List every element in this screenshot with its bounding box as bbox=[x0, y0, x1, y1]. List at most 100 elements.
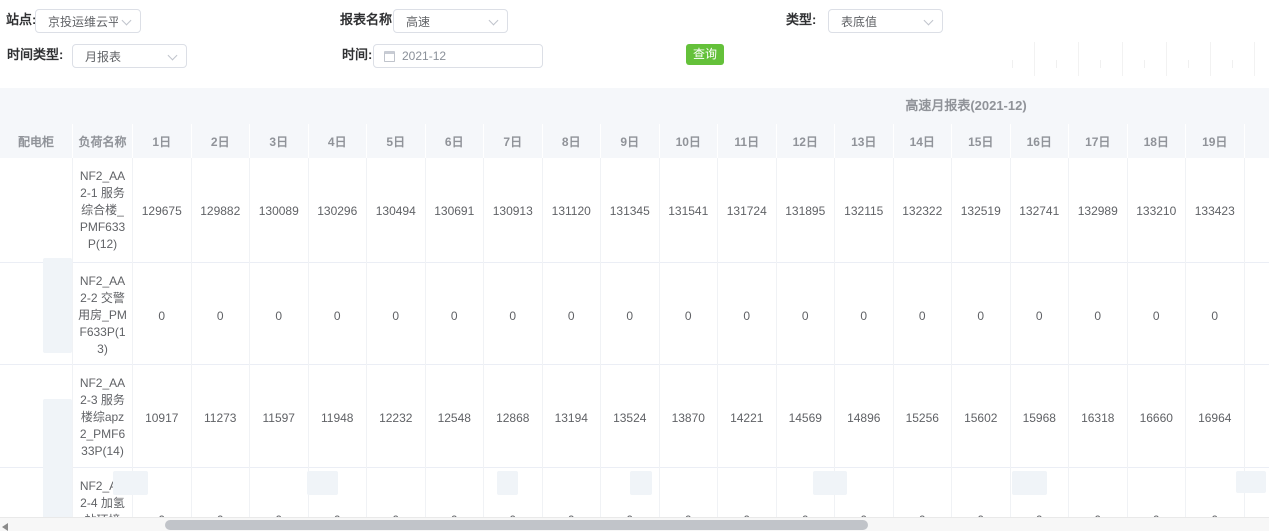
col-header-day: 8日 bbox=[543, 124, 602, 158]
col-header-day: 13日 bbox=[835, 124, 894, 158]
time-input-value: 2021-12 bbox=[402, 49, 446, 63]
value-cell: 0 bbox=[601, 263, 660, 368]
cabinet-cell bbox=[0, 158, 73, 263]
report-page: 站点: 京投运维云平台 报表名称: 高速 类型: 表底值 时间类型: 月报表 时… bbox=[0, 0, 1269, 531]
value-cell: 0 bbox=[426, 263, 485, 368]
value-cell: 133210 bbox=[1128, 158, 1187, 263]
value-cell-clipped bbox=[1245, 158, 1269, 263]
col-header-cabinet: 配电柜 bbox=[0, 124, 73, 158]
col-header-day: 16日 bbox=[1011, 124, 1070, 158]
col-header-day: 10日 bbox=[660, 124, 719, 158]
value-cell: 13194 bbox=[543, 365, 602, 470]
faint-tick bbox=[1254, 42, 1255, 76]
table-body: NF2_AA2-1 服务综合楼_PMF633P(12)1296751298821… bbox=[0, 158, 1269, 531]
report-name-select[interactable]: 高速 bbox=[393, 9, 508, 33]
value-cell: 0 bbox=[484, 263, 543, 368]
table-header-row: 配电柜负荷名称1日2日3日4日5日6日7日8日9日10日11日12日13日14日… bbox=[0, 124, 1269, 158]
value-cell: 0 bbox=[1128, 263, 1187, 368]
value-cell: 13524 bbox=[601, 365, 660, 470]
col-header-day: 17日 bbox=[1069, 124, 1128, 158]
value-cell: 14569 bbox=[777, 365, 836, 470]
value-cell: 130494 bbox=[367, 158, 426, 263]
value-cell: 12548 bbox=[426, 365, 485, 470]
type-select[interactable]: 表底值 bbox=[828, 9, 943, 33]
table-row: NF2_AA2-1 服务综合楼_PMF633P(12)1296751298821… bbox=[0, 158, 1269, 263]
site-label: 站点: bbox=[6, 9, 36, 31]
col-header-day: 12日 bbox=[777, 124, 836, 158]
value-cell: 0 bbox=[660, 263, 719, 368]
scrollbar-left-arrow-icon[interactable] bbox=[2, 523, 8, 531]
value-cell: 11948 bbox=[309, 365, 368, 470]
scrollbar-thumb[interactable] bbox=[165, 520, 868, 530]
faint-tick bbox=[1056, 60, 1057, 68]
value-cell: 0 bbox=[1069, 263, 1128, 368]
value-cell: 130913 bbox=[484, 158, 543, 263]
report-table: 高速月报表(2021-12) 配电柜负荷名称1日2日3日4日5日6日7日8日9日… bbox=[0, 88, 1269, 531]
faint-tick bbox=[1144, 60, 1145, 68]
value-cell: 131724 bbox=[718, 158, 777, 263]
value-cell: 132115 bbox=[835, 158, 894, 263]
value-cell: 15968 bbox=[1011, 365, 1070, 470]
col-header-day: 2日 bbox=[192, 124, 251, 158]
value-cell: 0 bbox=[192, 263, 251, 368]
value-cell-clipped bbox=[1245, 365, 1269, 470]
value-cell: 0 bbox=[133, 263, 192, 368]
col-header-day: 7日 bbox=[484, 124, 543, 158]
cabinet-cell bbox=[0, 263, 73, 368]
value-cell: 0 bbox=[777, 263, 836, 368]
value-cell: 131120 bbox=[543, 158, 602, 263]
faint-tick bbox=[1078, 42, 1079, 76]
value-cell: 132989 bbox=[1069, 158, 1128, 263]
value-cell: 130296 bbox=[309, 158, 368, 263]
value-cell: 14221 bbox=[718, 365, 777, 470]
site-select[interactable]: 京投运维云平台 bbox=[35, 9, 141, 33]
calendar-icon bbox=[384, 51, 395, 62]
value-cell: 0 bbox=[718, 263, 777, 368]
horizontal-scrollbar[interactable] bbox=[0, 517, 1269, 531]
value-cell: 0 bbox=[1011, 263, 1070, 368]
col-header-day: 14日 bbox=[894, 124, 953, 158]
cabinet-cell bbox=[0, 365, 73, 470]
time-type-select[interactable]: 月报表 bbox=[72, 44, 187, 68]
value-cell: 16660 bbox=[1128, 365, 1187, 470]
site-select-value: 京投运维云平台 bbox=[48, 13, 118, 30]
value-cell: 132741 bbox=[1011, 158, 1070, 263]
faint-tick bbox=[1166, 42, 1167, 76]
faint-tick-marks bbox=[1012, 38, 1267, 76]
table-header: 高速月报表(2021-12) 配电柜负荷名称1日2日3日4日5日6日7日8日9日… bbox=[0, 88, 1269, 158]
value-cell: 131541 bbox=[660, 158, 719, 263]
value-cell: 132519 bbox=[952, 158, 1011, 263]
value-cell: 15256 bbox=[894, 365, 953, 470]
col-header-day-clipped bbox=[1245, 124, 1269, 158]
value-cell: 10917 bbox=[133, 365, 192, 470]
col-header-day: 4日 bbox=[309, 124, 368, 158]
value-cell: 12232 bbox=[367, 365, 426, 470]
time-type-select-value: 月报表 bbox=[85, 48, 121, 65]
faint-tick bbox=[1122, 42, 1123, 76]
value-cell: 11597 bbox=[250, 365, 309, 470]
faint-tick bbox=[1100, 60, 1101, 68]
load-name-cell: NF2_AA2-1 服务综合楼_PMF633P(12) bbox=[73, 158, 133, 263]
value-cell: 0 bbox=[309, 263, 368, 368]
time-input[interactable]: 2021-12 bbox=[373, 44, 543, 68]
load-name-cell: NF2_AA2-2 交警用房_PMF633P(13) bbox=[73, 263, 133, 368]
faint-tick bbox=[1232, 60, 1233, 68]
chevron-down-icon bbox=[122, 16, 132, 26]
col-header-day: 15日 bbox=[952, 124, 1011, 158]
col-header-day: 1日 bbox=[133, 124, 192, 158]
type-select-value: 表底值 bbox=[841, 13, 877, 30]
table-title: 高速月报表(2021-12) bbox=[905, 88, 1026, 124]
value-cell: 14896 bbox=[835, 365, 894, 470]
col-header-day: 6日 bbox=[426, 124, 485, 158]
value-cell: 133423 bbox=[1186, 158, 1245, 263]
col-header-day: 11日 bbox=[718, 124, 777, 158]
query-button[interactable]: 查询 bbox=[686, 44, 724, 65]
value-cell: 13870 bbox=[660, 365, 719, 470]
value-cell: 16318 bbox=[1069, 365, 1128, 470]
value-cell-clipped bbox=[1245, 263, 1269, 368]
value-cell: 131345 bbox=[601, 158, 660, 263]
value-cell: 16964 bbox=[1186, 365, 1245, 470]
load-name-cell: NF2_AA2-3 服务楼综apz2_PMF633P(14) bbox=[73, 365, 133, 470]
faint-tick bbox=[1210, 42, 1211, 76]
table-row: NF2_AA2-2 交警用房_PMF633P(13)00000000000000… bbox=[0, 263, 1269, 365]
